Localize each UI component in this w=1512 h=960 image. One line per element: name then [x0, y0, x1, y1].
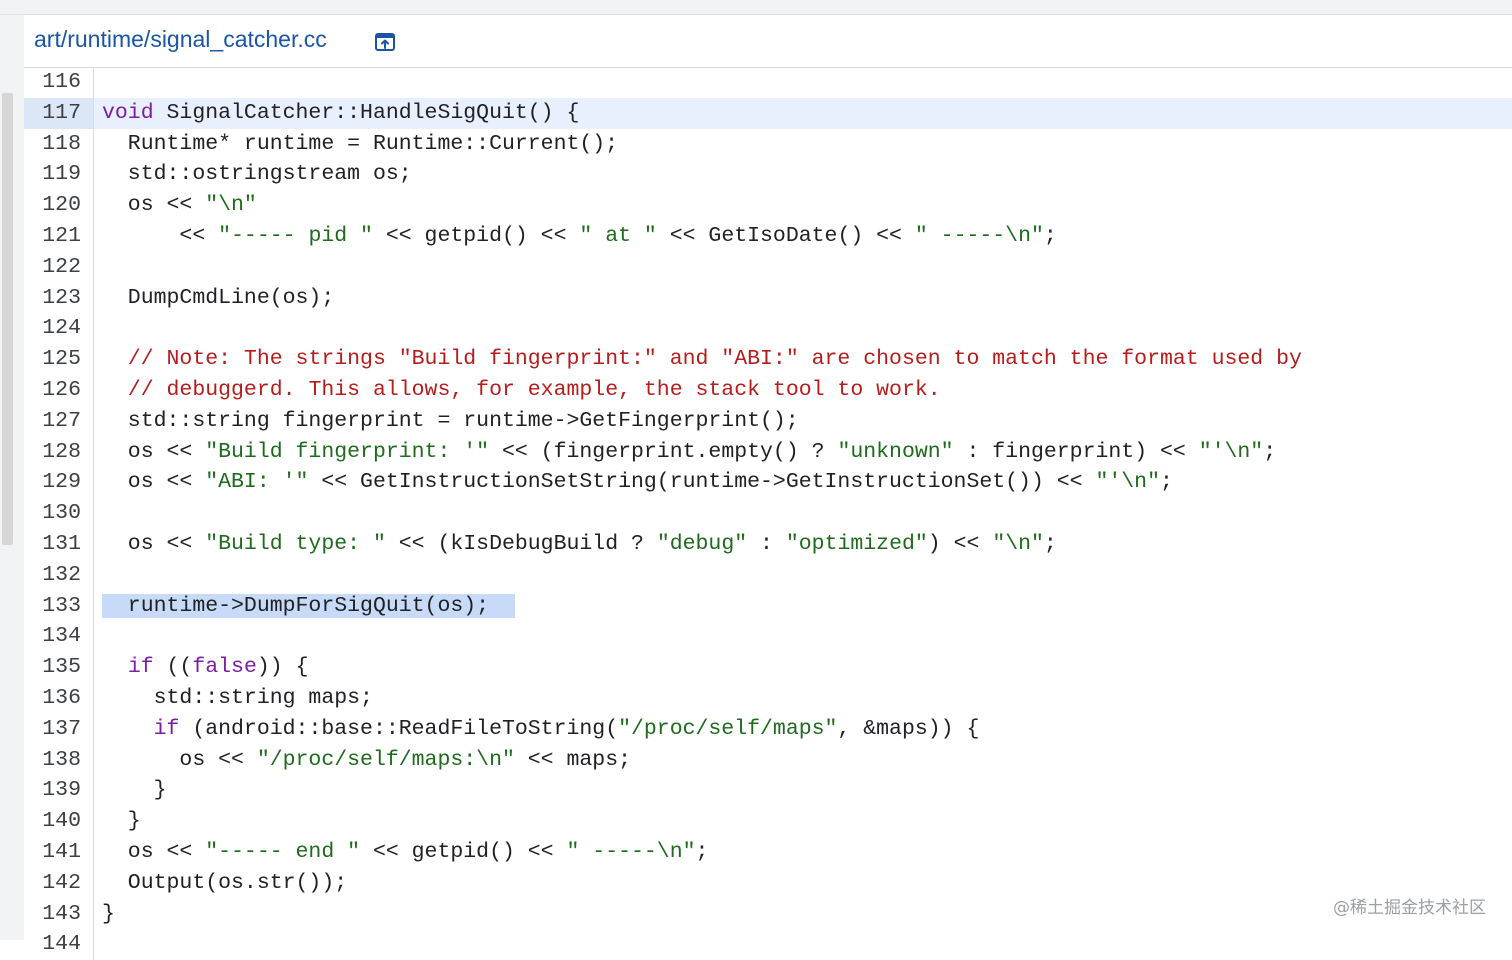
line-number[interactable]: 143: [24, 898, 94, 930]
code-line[interactable]: 120 os << "\n": [24, 190, 1512, 221]
line-number[interactable]: 137: [24, 713, 94, 745]
line-number[interactable]: 140: [24, 806, 94, 837]
scrollbar-thumb[interactable]: [2, 93, 13, 545]
line-code: DumpCmdLine(os);: [102, 285, 335, 310]
code-line[interactable]: 139 }: [24, 775, 1512, 807]
code-line[interactable]: 144: [24, 929, 1512, 960]
code-line[interactable]: 143}: [24, 898, 1512, 930]
line-number[interactable]: 117: [24, 97, 94, 129]
open-in-new-icon[interactable]: [374, 31, 396, 53]
line-code: os << "/proc/self/maps:\n" << maps;: [102, 747, 631, 772]
line-number[interactable]: 122: [24, 251, 94, 283]
code-viewer[interactable]: 116 117 void SignalCatcher::HandleSigQuit(…: [24, 67, 1512, 960]
line-number[interactable]: 144: [24, 929, 94, 960]
line-number[interactable]: 119: [24, 159, 94, 191]
code-line[interactable]: 121 << "----- pid " << getpid() << " at …: [24, 220, 1512, 252]
line-code: std::string fingerprint = runtime->GetFi…: [102, 408, 799, 433]
code-line[interactable]: 133 runtime->DumpForSigQuit(os);: [24, 590, 1512, 622]
line-number[interactable]: 128: [24, 436, 94, 468]
line-number[interactable]: 126: [24, 374, 94, 406]
code-line[interactable]: 137 if (android::base::ReadFileToString(…: [24, 713, 1512, 745]
code-line[interactable]: 126 // debuggerd. This allows, for examp…: [24, 374, 1512, 406]
line-number[interactable]: 134: [24, 621, 94, 653]
line-number[interactable]: 136: [24, 682, 94, 714]
line-code: os << "ABI: '" << GetInstructionSetStrin…: [102, 470, 1173, 495]
line-number[interactable]: 135: [24, 652, 94, 683]
line-number[interactable]: 142: [24, 867, 94, 899]
line-code: Output(os.str());: [102, 870, 348, 895]
code-line[interactable]: 116: [24, 67, 1512, 98]
line-code: // debuggerd. This allows, for example, …: [127, 377, 941, 402]
line-number[interactable]: 139: [24, 775, 94, 807]
code-line[interactable]: 132: [24, 559, 1512, 591]
code-line[interactable]: 128 os << "Build fingerprint: '" << (fin…: [24, 436, 1512, 468]
code-line[interactable]: 140 }: [24, 806, 1512, 837]
code-line[interactable]: 125 // Note: The strings "Build fingerpr…: [24, 344, 1512, 375]
top-tab-strip: [0, 0, 1512, 15]
line-number[interactable]: 125: [24, 344, 94, 375]
line-number[interactable]: 130: [24, 498, 94, 529]
line-code: os << "Build fingerprint: '" << (fingerp…: [102, 439, 1277, 464]
line-code: runtime->DumpForSigQuit(os);: [102, 593, 515, 618]
line-code: void SignalCatcher::HandleSigQuit() {: [102, 100, 580, 125]
line-code: os << "Build type: " << (kIsDebugBuild ?…: [102, 531, 1057, 556]
code-line[interactable]: 141 os << "----- end " << getpid() << " …: [24, 836, 1512, 868]
code-line[interactable]: 117 void SignalCatcher::HandleSigQuit() {: [24, 97, 1512, 129]
file-header: art/runtime/signal_catcher.cc: [24, 15, 1512, 68]
code-line[interactable]: 135 if ((false)) {: [24, 652, 1512, 683]
line-number[interactable]: 124: [24, 313, 94, 345]
code-line[interactable]: 122: [24, 251, 1512, 283]
line-code: std::string maps;: [102, 685, 373, 710]
code-line[interactable]: 127 std::string fingerprint = runtime->G…: [24, 405, 1512, 437]
line-number[interactable]: 132: [24, 559, 94, 591]
line-number[interactable]: 116: [24, 67, 94, 98]
line-number[interactable]: 131: [24, 528, 94, 560]
code-line[interactable]: 123 DumpCmdLine(os);: [24, 282, 1512, 314]
line-code: }: [102, 778, 167, 803]
line-number[interactable]: 138: [24, 744, 94, 776]
line-number[interactable]: 127: [24, 405, 94, 437]
code-line[interactable]: 130: [24, 498, 1512, 529]
code-line[interactable]: 136 std::string maps;: [24, 682, 1512, 714]
code-line[interactable]: 119 std::ostringstream os;: [24, 159, 1512, 191]
line-code: if (android::base::ReadFileToString("/pr…: [153, 716, 980, 741]
line-number[interactable]: 121: [24, 220, 94, 252]
line-number[interactable]: 133: [24, 590, 94, 622]
line-code: os << "\n": [102, 193, 257, 218]
code-line[interactable]: 129 os << "ABI: '" << GetInstructionSetS…: [24, 467, 1512, 499]
left-scroll-gutter: [0, 15, 24, 940]
line-code: Runtime* runtime = Runtime::Current();: [102, 131, 619, 156]
line-code: if ((false)) {: [127, 655, 309, 680]
line-number[interactable]: 118: [24, 128, 94, 160]
line-code: }: [102, 809, 141, 834]
code-line[interactable]: 124: [24, 313, 1512, 345]
line-code: }: [102, 901, 115, 926]
code-line[interactable]: 134: [24, 621, 1512, 653]
code-line[interactable]: 131 os << "Build type: " << (kIsDebugBui…: [24, 528, 1512, 560]
line-number[interactable]: 129: [24, 467, 94, 499]
code-line[interactable]: 142 Output(os.str());: [24, 867, 1512, 899]
file-path-link[interactable]: art/runtime/signal_catcher.cc: [34, 26, 327, 53]
line-number[interactable]: 120: [24, 190, 94, 221]
line-number[interactable]: 123: [24, 282, 94, 314]
line-number[interactable]: 141: [24, 836, 94, 868]
line-code: os << "----- end " << getpid() << " ----…: [102, 839, 709, 864]
code-line[interactable]: 118 Runtime* runtime = Runtime::Current(…: [24, 128, 1512, 160]
code-line[interactable]: 138 os << "/proc/self/maps:\n" << maps;: [24, 744, 1512, 776]
line-code: std::ostringstream os;: [102, 162, 412, 187]
watermark: @稀土掘金技术社区: [1333, 898, 1486, 918]
line-code: // Note: The strings "Build fingerprint:…: [127, 347, 1302, 372]
line-code: << "----- pid " << getpid() << " at " <<…: [102, 223, 1057, 248]
